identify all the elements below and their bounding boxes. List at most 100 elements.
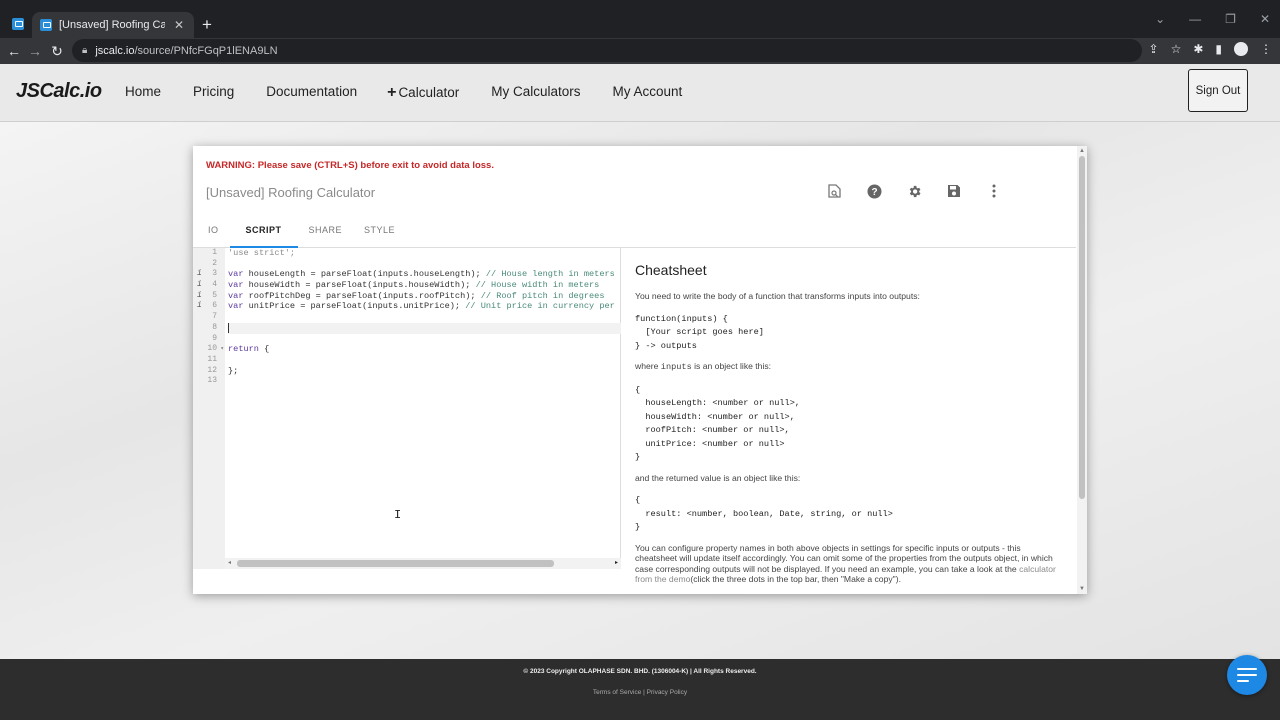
svg-text:?: ? xyxy=(871,187,877,198)
nav-pricing[interactable]: Pricing xyxy=(193,84,234,102)
site-footer: © 2023 Copyright OLAPHASE SDN. BHD. (130… xyxy=(0,659,1280,720)
forward-icon[interactable]: → xyxy=(27,42,43,60)
tab-share[interactable]: SHARE xyxy=(298,218,354,248)
info-annotation-icon: i xyxy=(197,290,202,300)
site-logo[interactable]: JSCalc.io xyxy=(16,80,102,103)
help-icon[interactable]: ? xyxy=(865,182,883,200)
profile-avatar-icon[interactable] xyxy=(1234,42,1248,56)
jscalc-favicon-icon xyxy=(12,18,24,30)
info-annotation-icon: i xyxy=(197,280,202,290)
terms-link[interactable]: Terms of Service xyxy=(593,689,641,696)
plus-icon: + xyxy=(387,84,397,101)
line-number: 11 xyxy=(207,354,217,364)
url-input[interactable]: 🔒︎ jscalc.io/source/PNfcFGqP1lENA9LN xyxy=(72,39,1142,62)
bookmark-star-icon[interactable]: ☆ xyxy=(1171,42,1182,56)
code-line-4: var houseWidth = parseFloat(inputs.house… xyxy=(228,280,600,291)
line-number: 10 ▾ xyxy=(207,344,224,355)
calculator-editor-card: WARNING: Please save (CTRL+S) before exi… xyxy=(193,146,1087,594)
line-number: i4 xyxy=(197,280,217,290)
editor-horizontal-scrollbar[interactable]: ◂ ▸ xyxy=(225,558,621,569)
nav-new-calculator[interactable]: + Calculator xyxy=(387,84,459,102)
mouse-text-cursor-icon: I xyxy=(394,508,402,522)
chat-lines-icon xyxy=(1237,668,1257,682)
cheatsheet-intro: You need to write the body of a function… xyxy=(635,291,920,301)
scroll-down-icon[interactable]: ▼ xyxy=(1079,586,1085,592)
unsaved-warning: WARNING: Please save (CTRL+S) before exi… xyxy=(206,160,494,171)
back-icon[interactable]: ← xyxy=(6,42,22,60)
minimize-icon[interactable]: — xyxy=(1189,12,1201,26)
scroll-up-icon[interactable]: ▲ xyxy=(1079,148,1085,154)
card-vertical-scrollbar[interactable]: ▲ ▼ xyxy=(1077,146,1087,594)
line-number: 1 xyxy=(212,248,217,257)
sign-out-button[interactable]: Sign Out xyxy=(1188,69,1248,112)
main-nav: Home Pricing Documentation + Calculator M… xyxy=(125,84,682,102)
scrollbar-thumb[interactable] xyxy=(1079,156,1085,499)
code-text-area[interactable]: 'use strict'; var houseLength = parseFlo… xyxy=(225,248,621,562)
editor-toolbar: ? xyxy=(825,182,1003,200)
close-window-icon[interactable]: ✕ xyxy=(1260,12,1270,26)
footer-links: Terms of Service | Privacy Policy xyxy=(592,689,688,696)
preview-icon[interactable] xyxy=(825,182,843,200)
line-number: 13 xyxy=(207,376,217,386)
url-text: jscalc.io/source/PNfcFGqP1lENA9LN xyxy=(95,44,278,57)
tab-search-icon[interactable] xyxy=(8,14,28,34)
nav-documentation[interactable]: Documentation xyxy=(266,84,357,102)
tab-style[interactable]: STYLE xyxy=(353,218,406,248)
tab-io[interactable]: IO xyxy=(197,218,230,248)
tab-title: [Unsaved] Roofing Calculator - J xyxy=(59,19,165,31)
nav-my-calculators[interactable]: My Calculators xyxy=(491,84,580,102)
nav-home[interactable]: Home xyxy=(125,84,161,102)
cheatsheet-where: where inputs is an object like this: xyxy=(635,361,772,372)
info-annotation-icon: i xyxy=(197,301,202,311)
browser-tab-bar: [Unsaved] Roofing Calculator - J ✕ + ⌄ —… xyxy=(0,0,1280,38)
calculator-title[interactable]: [Unsaved] Roofing Calculator xyxy=(206,185,375,200)
info-annotation-icon: i xyxy=(197,269,202,279)
nav-my-account[interactable]: My Account xyxy=(613,84,683,102)
fold-toggle-icon[interactable]: ▾ xyxy=(220,344,224,355)
line-number: 8 xyxy=(212,322,217,332)
inputs-object-block: { houseLength: <number or null>, houseWi… xyxy=(635,384,801,463)
copyright-text: © 2023 Copyright OLAPHASE SDN. BHD. (130… xyxy=(523,668,757,675)
scrollbar-thumb[interactable] xyxy=(237,560,554,567)
code-line-12: }; xyxy=(228,365,239,376)
nav-new-calculator-label: Calculator xyxy=(398,85,460,100)
scroll-left-icon[interactable]: ◂ xyxy=(228,559,231,566)
tab-list-icon[interactable]: ⌄ xyxy=(1155,12,1165,26)
share-icon[interactable]: ⇪ xyxy=(1149,42,1159,56)
tab-favicon-icon xyxy=(40,19,52,31)
new-tab-icon[interactable]: + xyxy=(198,15,216,35)
reload-icon[interactable]: ↻ xyxy=(49,42,65,60)
more-vert-icon[interactable] xyxy=(985,182,1003,200)
code-line-8-active xyxy=(228,322,621,334)
cheatsheet-title: Cheatsheet xyxy=(635,262,707,278)
line-number: 2 xyxy=(212,258,217,268)
side-panel-icon[interactable]: ▮ xyxy=(1215,42,1222,56)
code-line-5: var roofPitchDeg = parseFloat(inputs.roo… xyxy=(228,290,605,301)
code-line-6: var unitPrice = parseFloat(inputs.unitPr… xyxy=(228,301,615,312)
browser-menu-icon[interactable]: ⋮ xyxy=(1260,42,1272,56)
line-number-gutter: 1 2 i3 i4 i5 i6 7 8 9 10 ▾ 11 12 13 xyxy=(193,248,225,569)
settings-icon[interactable] xyxy=(905,182,923,200)
browser-toolbar: ⇪ ☆ ✱ ▮ ⋮ xyxy=(1149,42,1272,56)
cheatsheet-config-note: You can configure property names in both… xyxy=(635,542,1056,585)
scroll-right-icon[interactable]: ▸ xyxy=(615,559,618,566)
site-header: JSCalc.io Home Pricing Documentation + Ca… xyxy=(0,64,1280,122)
tab-close-icon[interactable]: ✕ xyxy=(172,18,186,32)
code-line-10: return { xyxy=(228,344,270,355)
code-line-1: 'use strict'; xyxy=(228,248,296,258)
address-bar-row: ← → ↻ 🔒︎ jscalc.io/source/PNfcFGqP1lENA9… xyxy=(0,38,1280,64)
save-icon[interactable] xyxy=(945,182,963,200)
code-editor[interactable]: 1 2 i3 i4 i5 i6 7 8 9 10 ▾ 11 12 13 'use … xyxy=(193,248,621,569)
restore-icon[interactable]: ❐ xyxy=(1225,12,1236,26)
privacy-link[interactable]: Privacy Policy xyxy=(647,689,687,696)
browser-tab[interactable]: [Unsaved] Roofing Calculator - J ✕ xyxy=(32,12,194,38)
lock-icon[interactable]: 🔒︎ xyxy=(82,45,87,56)
extensions-icon[interactable]: ✱ xyxy=(1193,42,1203,56)
chat-support-button[interactable] xyxy=(1227,655,1267,695)
tab-script[interactable]: SCRIPT xyxy=(229,218,298,248)
